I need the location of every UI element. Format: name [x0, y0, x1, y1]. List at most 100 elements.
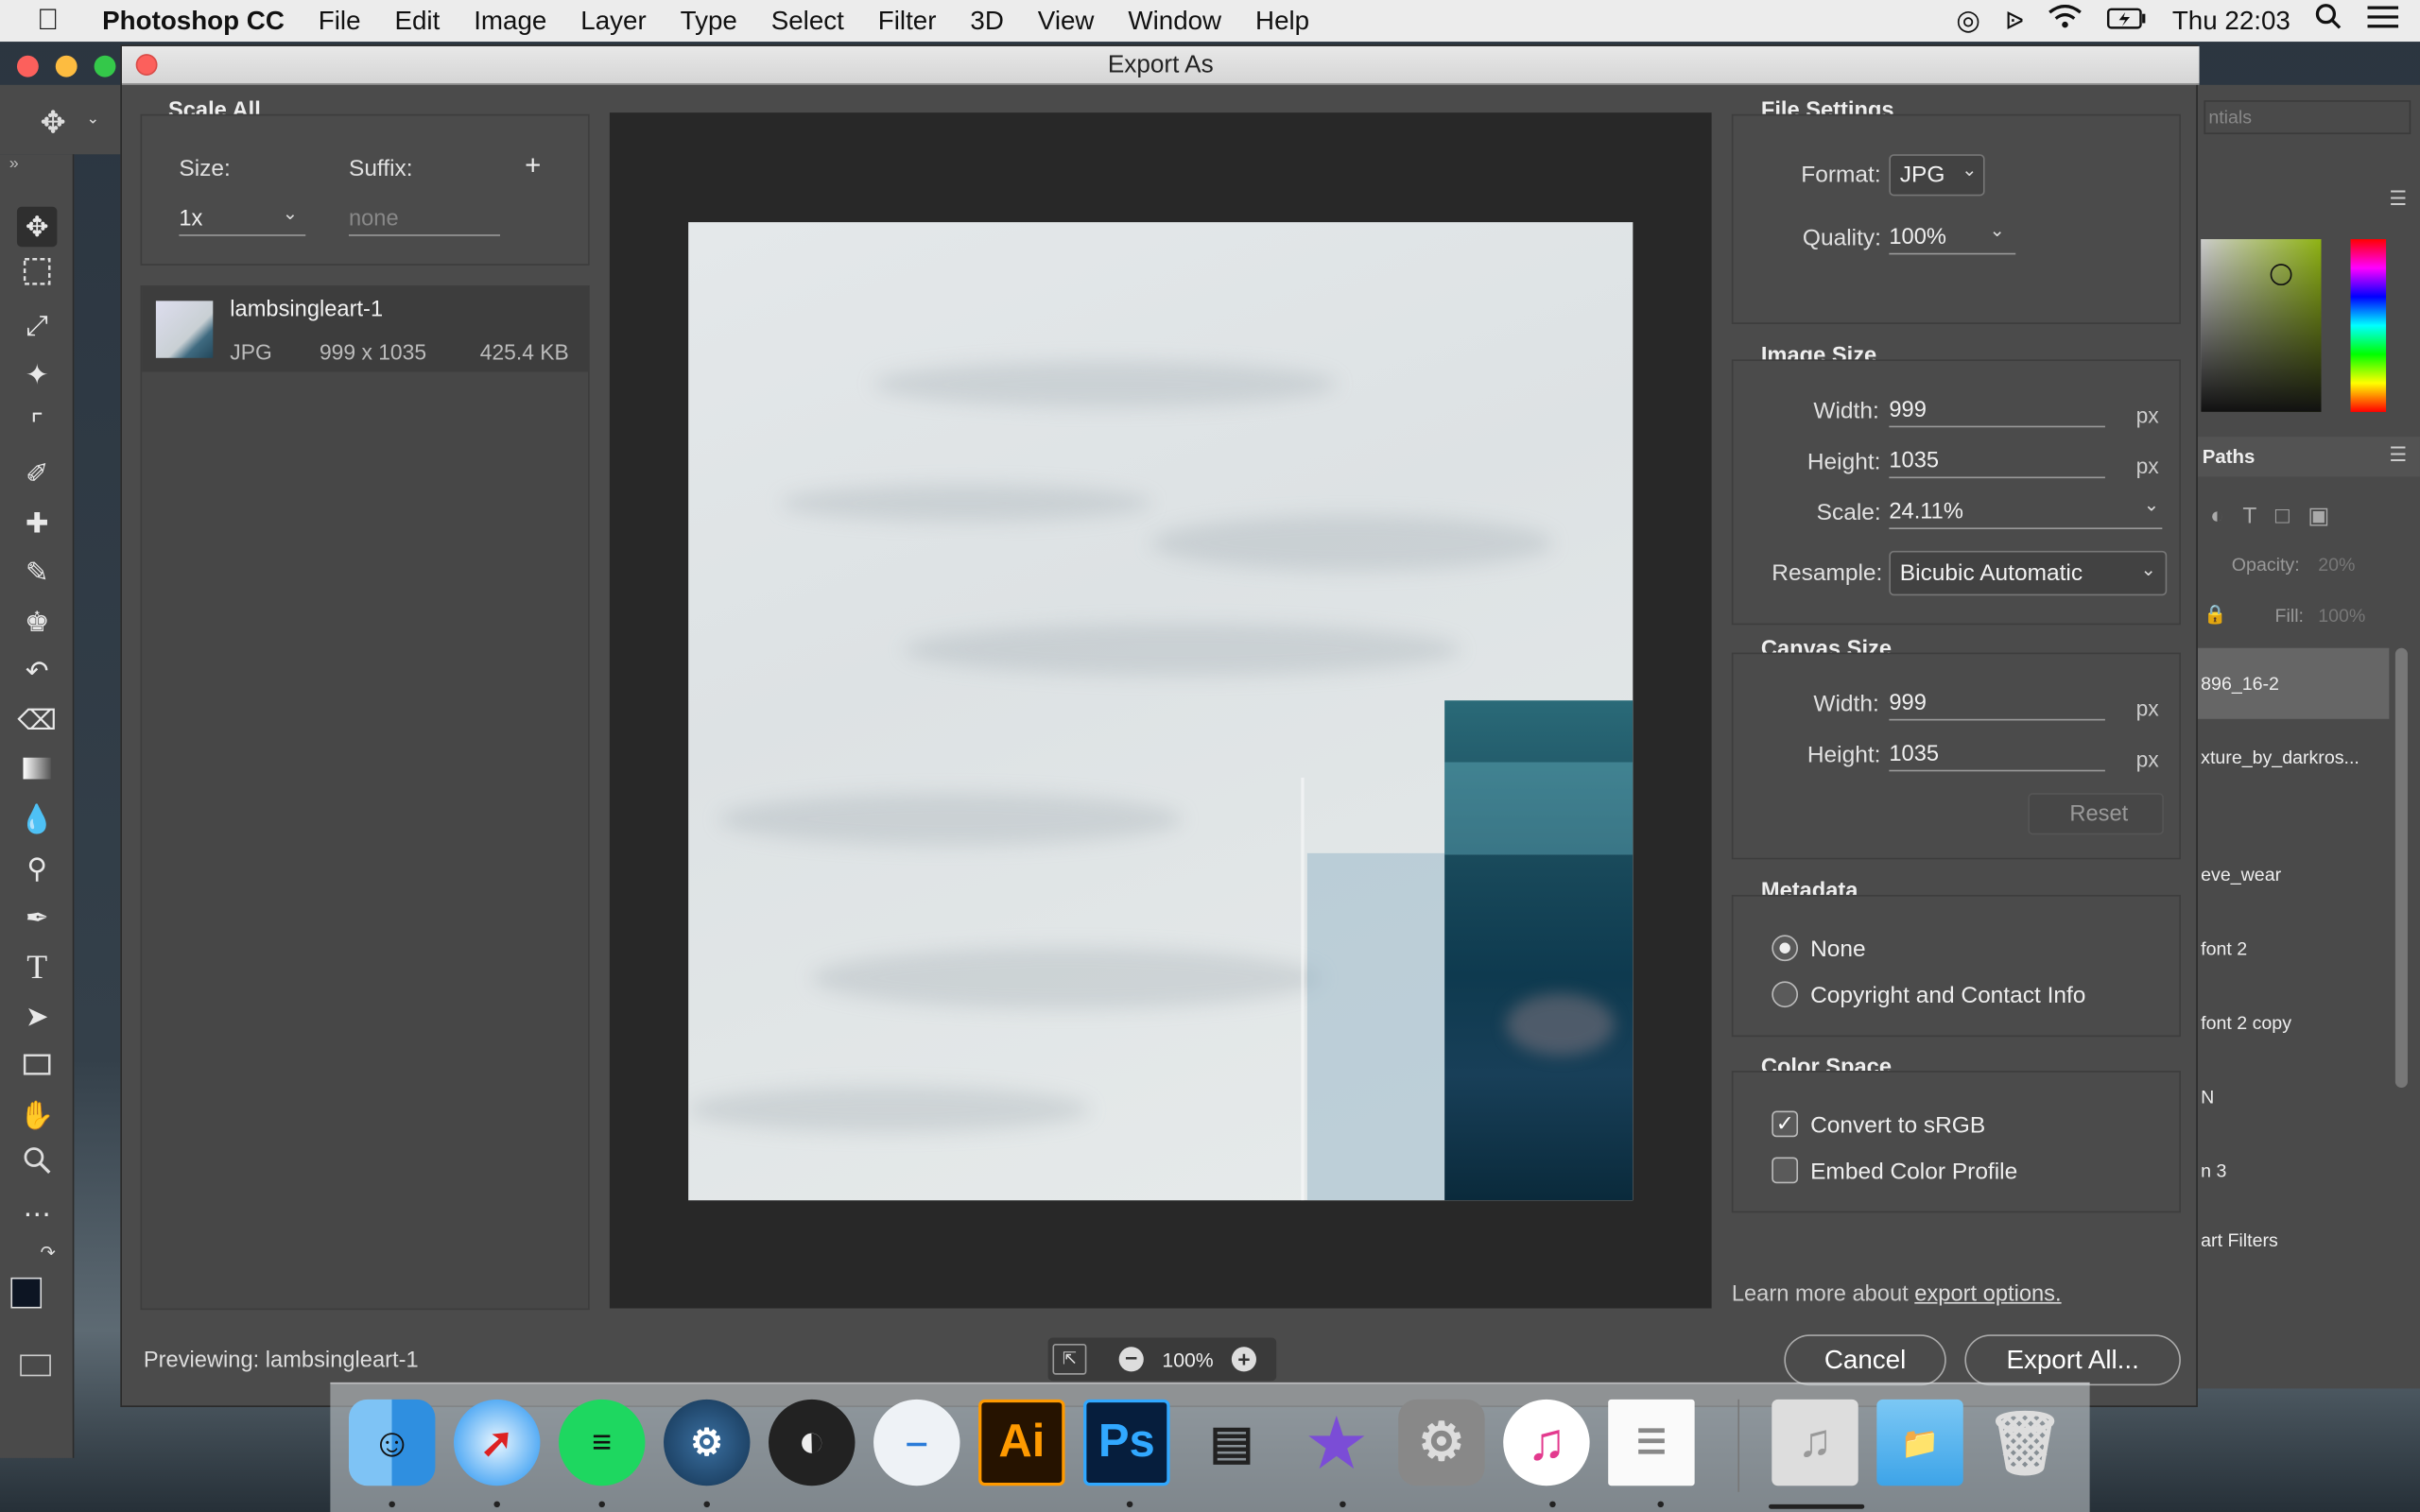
chevron-down-icon[interactable]: ⌄	[283, 202, 298, 224]
chevron-down-icon[interactable]: ⌄	[1989, 219, 2004, 241]
blur-tool-icon[interactable]: 💧	[17, 799, 57, 839]
chevron-down-icon[interactable]: ⌄	[86, 112, 99, 129]
hue-slider[interactable]	[2350, 239, 2387, 412]
layer-name[interactable]: font 2	[2201, 938, 2247, 960]
gradient-tool-icon[interactable]	[17, 749, 57, 789]
menu-filter[interactable]: Filter	[861, 0, 954, 42]
scale-input[interactable]: 24.11%	[1889, 500, 2163, 529]
preview-area[interactable]	[609, 112, 1712, 1309]
zoom-tool-icon[interactable]	[17, 1144, 57, 1184]
menu-type[interactable]: Type	[664, 0, 754, 42]
export-options-link[interactable]: export options.	[1914, 1282, 2061, 1307]
brush-tool-icon[interactable]: ✎	[17, 552, 57, 592]
clock[interactable]: Thu 22:03	[2172, 6, 2290, 37]
ps-zoom-icon[interactable]	[94, 55, 116, 77]
marquee-tool-icon[interactable]	[17, 256, 57, 296]
convert-srgb-checkbox[interactable]: ✓	[1772, 1110, 1799, 1138]
move-tool-icon[interactable]: ✥	[16, 206, 58, 248]
lock-icon[interactable]: 🔒	[2204, 603, 2226, 625]
safari-icon[interactable]: ➚	[453, 1399, 541, 1486]
layer-name[interactable]: n 3	[2201, 1160, 2226, 1182]
path-selection-icon[interactable]: ➤	[17, 997, 57, 1037]
menu-layer[interactable]: Layer	[563, 0, 663, 42]
spotify-icon[interactable]: ≡	[559, 1399, 646, 1486]
scanner-icon[interactable]: ▤	[1188, 1400, 1274, 1486]
export-all-button[interactable]: Export All...	[1964, 1334, 2181, 1386]
cancel-button[interactable]: Cancel	[1784, 1334, 1946, 1386]
trash-icon[interactable]: 🗑	[1981, 1400, 2067, 1486]
convert-srgb-label[interactable]: Convert to sRGB	[1810, 1112, 1985, 1139]
metadata-none-radio[interactable]	[1772, 935, 1799, 962]
illustrator-icon[interactable]: Ai	[978, 1399, 1065, 1486]
menu-edit[interactable]: Edit	[378, 0, 458, 42]
spotlight-search-icon[interactable]	[2315, 3, 2342, 39]
ps-close-icon[interactable]	[16, 55, 39, 77]
swap-colors-icon[interactable]: ↷	[40, 1242, 55, 1263]
metadata-copyright-label[interactable]: Copyright and Contact Info	[1810, 983, 2085, 1009]
chevron-down-icon[interactable]: ⌄	[2144, 493, 2159, 515]
finder-icon[interactable]: ☺	[348, 1399, 436, 1486]
wifi-icon[interactable]	[2048, 4, 2083, 37]
menu-file[interactable]: File	[302, 0, 378, 42]
dialog-close-icon[interactable]	[135, 54, 158, 76]
menu-image[interactable]: Image	[457, 0, 563, 42]
installer-icon[interactable]: ⎯	[873, 1399, 960, 1486]
type-tool-icon[interactable]: T	[17, 947, 57, 987]
hand-tool-icon[interactable]: ✋	[17, 1095, 57, 1135]
menu-window[interactable]: Window	[1111, 0, 1238, 42]
image-height-input[interactable]: 1035	[1889, 449, 2105, 479]
menu-3d[interactable]: 3D	[953, 0, 1020, 42]
music-folder-icon[interactable]: ♫	[1772, 1399, 1858, 1486]
battery-icon[interactable]	[2107, 6, 2147, 37]
color-picker-field[interactable]	[2201, 239, 2322, 412]
bluetooth-icon[interactable]: ᐉ	[2005, 6, 2024, 37]
menu-help[interactable]: Help	[1238, 0, 1326, 42]
embed-profile-checkbox[interactable]	[1772, 1157, 1799, 1184]
layers-scrollbar[interactable]	[2394, 647, 2408, 1089]
healing-brush-icon[interactable]: ✚	[17, 503, 57, 542]
image-width-input[interactable]: 999	[1889, 398, 2105, 428]
apple-menu-icon[interactable]: 	[0, 0, 85, 42]
eraser-icon[interactable]: ⌫	[17, 700, 57, 740]
zoom-out-icon[interactable]: −	[1118, 1346, 1144, 1372]
quick-mask-icon[interactable]	[20, 1354, 51, 1377]
shape-tool-icon[interactable]	[17, 1046, 57, 1086]
ps-minimize-icon[interactable]	[55, 55, 78, 77]
app-menu[interactable]: Photoshop CC	[85, 0, 302, 42]
imovie-icon[interactable]: ★	[1293, 1400, 1379, 1486]
fit-view-icon[interactable]: ⇱	[1052, 1344, 1087, 1375]
opacity-value[interactable]: 20%	[2318, 554, 2355, 576]
stamp-tool-icon[interactable]: ♚	[17, 602, 57, 642]
layer-name[interactable]: art Filters	[2201, 1229, 2278, 1251]
metadata-none-label[interactable]: None	[1810, 936, 1866, 963]
color-picker-handle[interactable]	[2270, 264, 2292, 286]
crop-tool-icon[interactable]: ⌜	[17, 404, 57, 444]
notification-center-icon[interactable]	[2367, 5, 2399, 37]
creative-cloud-icon[interactable]: ◎	[1956, 5, 1980, 37]
canvas-width-input[interactable]: 999	[1889, 691, 2105, 721]
dodge-tool-icon[interactable]: ⚲	[17, 849, 57, 888]
menu-view[interactable]: View	[1021, 0, 1112, 42]
panel-menu-icon[interactable]: ☰	[2389, 443, 2407, 468]
magic-wand-icon[interactable]: ✦	[17, 355, 57, 395]
eyedropper-icon[interactable]: ✐	[17, 454, 57, 493]
canvas-height-input[interactable]: 1035	[1889, 742, 2105, 772]
zoom-in-icon[interactable]: +	[1231, 1347, 1256, 1372]
history-brush-icon[interactable]: ↶	[17, 651, 57, 691]
menu-select[interactable]: Select	[754, 0, 861, 42]
layer-name[interactable]: 896_16-2	[2201, 673, 2279, 695]
layer-name[interactable]: eve_wear	[2201, 864, 2281, 885]
more-tools-icon[interactable]: ⋯	[17, 1194, 57, 1234]
add-scale-button[interactable]: +	[525, 149, 541, 181]
steam-icon[interactable]: ⚙	[664, 1399, 751, 1486]
lasso-tool-icon[interactable]: ⤢	[17, 305, 57, 345]
layer-name[interactable]: xture_by_darkros...	[2201, 747, 2360, 768]
workspace-switcher[interactable]: ntials	[2204, 100, 2411, 135]
system-preferences-icon[interactable]: ⚙	[1398, 1399, 1485, 1486]
layer-name[interactable]: N	[2201, 1086, 2214, 1108]
itunes-icon[interactable]: ♫	[1503, 1399, 1590, 1486]
embed-profile-label[interactable]: Embed Color Profile	[1810, 1159, 2017, 1185]
textedit-icon[interactable]: ☰	[1608, 1399, 1695, 1486]
panel-menu-icon[interactable]: ☰	[2389, 187, 2407, 212]
suffix-input[interactable]: none	[348, 207, 500, 236]
